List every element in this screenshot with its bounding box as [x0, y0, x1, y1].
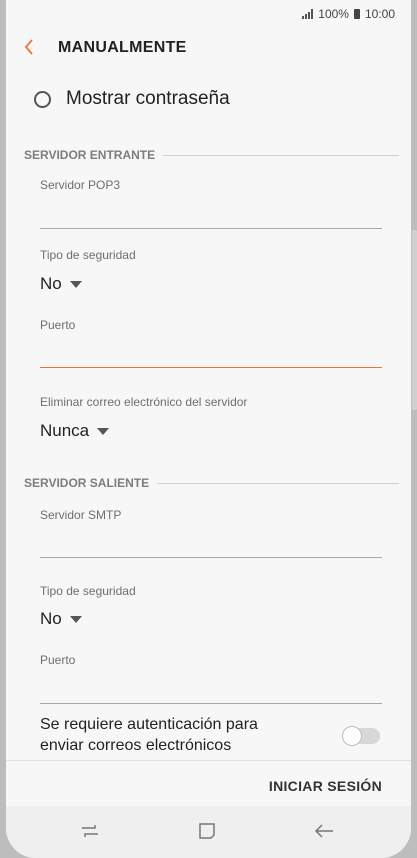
outgoing-port-label: Puerto: [40, 653, 76, 667]
outgoing-security-label: Tipo de seguridad: [40, 584, 136, 598]
incoming-port-label: Puerto: [40, 318, 76, 332]
status-bar: 100% 10:00: [6, 0, 411, 26]
divider: [163, 154, 399, 156]
outgoing-port-input[interactable]: [40, 703, 382, 704]
screen: 100% 10:00 MANUALMENTE Mostrar contraseñ…: [6, 0, 411, 858]
divider: [157, 482, 399, 484]
clock: 10:00: [364, 7, 395, 21]
incoming-security-value: No: [40, 274, 62, 293]
outgoing-security-select[interactable]: No: [40, 609, 82, 629]
pop3-server-input[interactable]: [40, 228, 382, 229]
battery-percent: 100%: [318, 7, 349, 21]
outgoing-section-header: SERVIDOR SALIENTE: [24, 476, 399, 490]
sign-in-button[interactable]: INICIAR SESIÓN: [269, 778, 382, 794]
auth-required-line2: enviar correos electrónicos: [40, 737, 232, 754]
signal-icon: [302, 9, 314, 19]
app-header: MANUALMENTE: [6, 30, 411, 68]
dropdown-arrow-icon: [69, 615, 82, 623]
navigation-bar: [6, 806, 411, 858]
incoming-security-select[interactable]: No: [40, 274, 82, 294]
delete-from-server-value: Nunca: [40, 421, 90, 440]
incoming-security-label: Tipo de seguridad: [40, 248, 136, 262]
home-icon[interactable]: [197, 821, 217, 846]
auth-required-line1: Se requiere autenticación para: [40, 716, 258, 733]
battery-icon: [353, 9, 360, 19]
dropdown-arrow-icon: [97, 427, 110, 435]
incoming-section-header: SERVIDOR ENTRANTE: [24, 148, 399, 162]
incoming-section-title: SERVIDOR ENTRANTE: [24, 148, 156, 162]
incoming-port-input[interactable]: [40, 367, 382, 368]
pop3-server-label: Servidor POP3: [40, 178, 121, 192]
smtp-server-label: Servidor SMTP: [40, 508, 122, 522]
outgoing-section-title: SERVIDOR SALIENTE: [24, 476, 150, 490]
status-indicators: 100% 10:00: [302, 7, 395, 21]
show-password-option[interactable]: Mostrar contraseña: [34, 88, 230, 110]
dropdown-arrow-icon: [69, 280, 82, 288]
show-password-label: Mostrar contraseña: [66, 88, 230, 109]
recents-icon[interactable]: [80, 821, 100, 846]
delete-from-server-label: Eliminar correo electrónico del servidor: [40, 395, 248, 409]
show-password-radio[interactable]: [34, 90, 51, 108]
outgoing-security-value: No: [40, 609, 62, 628]
smtp-server-input[interactable]: [40, 557, 382, 558]
auth-required-toggle[interactable]: [342, 726, 380, 746]
back-chevron-icon[interactable]: [20, 36, 42, 58]
toggle-knob: [342, 726, 362, 746]
side-button: [412, 230, 417, 410]
delete-from-server-select[interactable]: Nunca: [40, 421, 110, 441]
auth-required-label: Se requiere autenticación para enviar co…: [40, 714, 258, 756]
footer-divider: [6, 760, 411, 761]
back-arrow-icon[interactable]: [313, 821, 335, 846]
device-frame: 100% 10:00 MANUALMENTE Mostrar contraseñ…: [0, 0, 417, 858]
page-title: MANUALMENTE: [58, 39, 187, 56]
